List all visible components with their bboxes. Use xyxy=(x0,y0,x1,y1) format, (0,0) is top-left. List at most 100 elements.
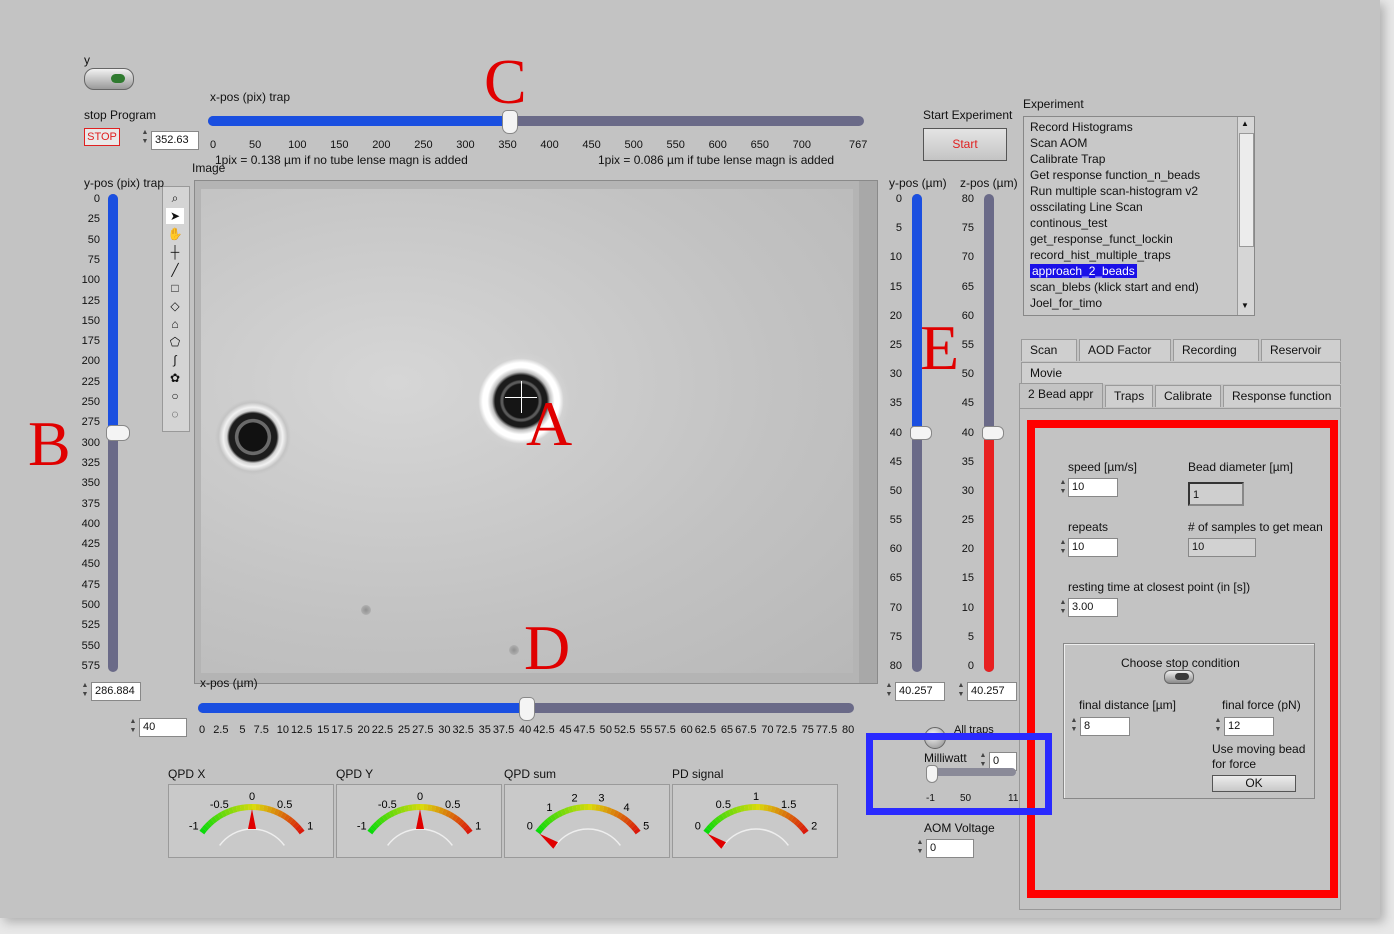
xpos-um-slider[interactable] xyxy=(198,697,854,721)
experiment-list-item[interactable]: continous_test xyxy=(1024,215,1238,231)
ypos-um-slider[interactable] xyxy=(910,194,932,672)
ypos-trap-slider[interactable] xyxy=(106,194,130,672)
zoom-icon[interactable]: ⌕ xyxy=(166,190,184,206)
tab-calibrate[interactable]: Calibrate xyxy=(1155,385,1221,407)
final-distance-input[interactable]: 8 xyxy=(1080,717,1130,736)
stop-program-value[interactable]: 352.63 xyxy=(151,131,199,150)
experiment-list-item[interactable]: get_response_funct_lockin xyxy=(1024,231,1238,247)
pan-hand-icon[interactable]: ✋ xyxy=(166,226,184,242)
polygon-icon[interactable]: ⬠ xyxy=(166,334,184,350)
stop-condition-switch[interactable] xyxy=(1164,670,1194,684)
spiral-icon[interactable]: ◌ xyxy=(166,406,184,422)
gauge-tick-label: 0 xyxy=(695,821,701,833)
gauge-arc-segment xyxy=(213,814,221,822)
gauge-arc-segment xyxy=(790,816,798,824)
experiment-list-item[interactable]: Record Histograms xyxy=(1024,119,1238,135)
tab-aod-factor[interactable]: AOD Factor xyxy=(1079,339,1171,361)
gauge-tick-label: -0.5 xyxy=(210,799,229,811)
start-button[interactable]: Start xyxy=(923,128,1007,161)
final-force-input[interactable]: 12 xyxy=(1224,717,1274,736)
experiment-list-item[interactable]: approach_2_beads xyxy=(1024,263,1238,279)
ok-button[interactable]: OK xyxy=(1212,775,1296,792)
tab-traps[interactable]: Traps xyxy=(1105,385,1153,407)
tab-reservoir[interactable]: Reservoir xyxy=(1261,339,1341,361)
xpos-um-value[interactable]: 40 xyxy=(139,718,187,737)
xpos-trap-tick-label: 600 xyxy=(708,139,727,151)
freehand-icon[interactable]: ∫ xyxy=(166,352,184,368)
moving-bead-label: Use moving bead for force xyxy=(1212,742,1306,771)
gauge-arc-segment xyxy=(599,805,605,812)
ypos-trap-spinner-icon[interactable]: ▲ ▼ xyxy=(80,681,90,700)
repeats-input[interactable]: 10 xyxy=(1068,538,1118,557)
resting-spinner-icon[interactable]: ▲ ▼ xyxy=(1058,598,1068,617)
experiment-list-item[interactable]: Run multiple scan-histogram v2 xyxy=(1024,183,1238,199)
gauge-tick-label: -1 xyxy=(357,821,367,833)
ypos-um-value[interactable]: 40.257 xyxy=(895,682,945,701)
scroll-up-icon[interactable]: ▲ xyxy=(1241,119,1249,128)
tab-response-function[interactable]: Response function xyxy=(1223,385,1341,407)
repeats-spinner-icon[interactable]: ▲ ▼ xyxy=(1058,538,1068,557)
stop-program-label: stop Program xyxy=(84,108,157,122)
stop-button[interactable]: STOP xyxy=(84,128,120,146)
ypos-um-tick-label: 75 xyxy=(889,630,902,643)
zpos-um-slider[interactable] xyxy=(982,194,1004,672)
xpos-um-slider-thumb[interactable] xyxy=(519,697,535,721)
oval-tool-icon[interactable]: ○ xyxy=(166,388,184,404)
gauge-pd-signal: 0 0.5 1 1.5 2 xyxy=(672,784,838,858)
speed-spinner-icon[interactable]: ▲ ▼ xyxy=(1058,478,1068,497)
ypos-trap-tick-label: 150 xyxy=(81,314,100,327)
final-distance-label: final distance [µm] xyxy=(1079,698,1176,712)
experiment-list-item[interactable]: Calibrate Trap xyxy=(1024,151,1238,167)
resting-input[interactable]: 3.00 xyxy=(1068,598,1118,617)
gauge-dial: -1 -0.5 0 0.5 1 xyxy=(357,791,481,846)
ypos-trap-slider-thumb[interactable] xyxy=(106,425,130,441)
tab-2-bead-appr[interactable]: 2 Bead appr xyxy=(1019,383,1103,409)
experiment-list-item[interactable]: Get response function_n_beads xyxy=(1024,167,1238,183)
scroll-down-icon[interactable]: ▼ xyxy=(1241,301,1249,310)
gauge-arc-segment xyxy=(625,818,633,827)
stop-program-spinner-icon[interactable]: ▲ ▼ xyxy=(140,128,150,147)
zpos-um-spinner-icon[interactable]: ▲ ▼ xyxy=(956,681,966,700)
line-tool-icon[interactable]: ╱ xyxy=(166,262,184,278)
gauge-label: PD signal xyxy=(672,767,724,781)
zpos-um-tick-label: 80 xyxy=(961,193,974,205)
experiment-list-item[interactable]: Scan AOM xyxy=(1024,135,1238,151)
gauge-arc-segment xyxy=(392,808,399,816)
experiment-label: Experiment xyxy=(1023,97,1084,111)
zpos-um-tick-label: 25 xyxy=(961,514,974,527)
final-force-spinner-icon[interactable]: ▲ ▼ xyxy=(1213,716,1223,735)
scroll-thumb[interactable] xyxy=(1239,133,1254,247)
experiment-item-text: Joel_for_timo xyxy=(1030,296,1103,310)
aom-voltage-spinner-icon[interactable]: ▲ ▼ xyxy=(915,838,925,857)
annotation-a: A xyxy=(526,388,573,459)
rotated-rect-icon[interactable]: ◇ xyxy=(166,298,184,314)
ypos-um-spinner-icon[interactable]: ▲ ▼ xyxy=(884,681,894,700)
gauge-arc-segment xyxy=(540,821,548,829)
speed-input[interactable]: 10 xyxy=(1068,478,1118,497)
experiment-list-item[interactable]: scan_blebs (klick start and end) xyxy=(1024,279,1238,295)
xpos-um-spinner-icon[interactable]: ▲ ▼ xyxy=(128,717,138,736)
rectangle-tool-icon[interactable]: □ xyxy=(166,280,184,296)
pointer-icon[interactable]: ➤ xyxy=(166,208,184,224)
final-distance-spinner-icon[interactable]: ▲ ▼ xyxy=(1069,716,1079,735)
experiment-scrollbar[interactable]: ▲ ▼ xyxy=(1237,117,1254,315)
ypos-um-slider-thumb[interactable] xyxy=(910,426,932,440)
zpos-um-slider-thumb[interactable] xyxy=(982,426,1004,440)
aom-voltage-input[interactable]: 0 xyxy=(926,839,974,858)
experiment-list-item[interactable]: Joel_for_timo xyxy=(1024,295,1238,311)
experiment-list-item[interactable]: osscilating Line Scan xyxy=(1024,199,1238,215)
stop-toggle-switch[interactable] xyxy=(84,68,134,90)
experiment-list-item[interactable]: record_hist_multiple_traps xyxy=(1024,247,1238,263)
annulus-icon[interactable]: ⌂ xyxy=(166,316,184,332)
ypos-trap-value[interactable]: 286.884 xyxy=(91,682,141,701)
gauge-arc-segment xyxy=(781,810,788,818)
xpos-trap-slider[interactable] xyxy=(208,110,864,134)
ypos-um-tick-label: 0 xyxy=(895,193,902,205)
zpos-um-value[interactable]: 40.257 xyxy=(967,682,1017,701)
tab-recording[interactable]: Recording xyxy=(1173,339,1259,361)
experiment-listbox[interactable]: Record Histograms Scan AOM Calibrate Trap G… xyxy=(1023,116,1255,316)
crosshair-tool-icon[interactable]: ┼ xyxy=(166,244,184,260)
tab-movie[interactable]: Movie xyxy=(1021,362,1341,384)
tab-scan[interactable]: Scan xyxy=(1021,339,1077,361)
freehand-region-icon[interactable]: ✿ xyxy=(166,370,184,386)
